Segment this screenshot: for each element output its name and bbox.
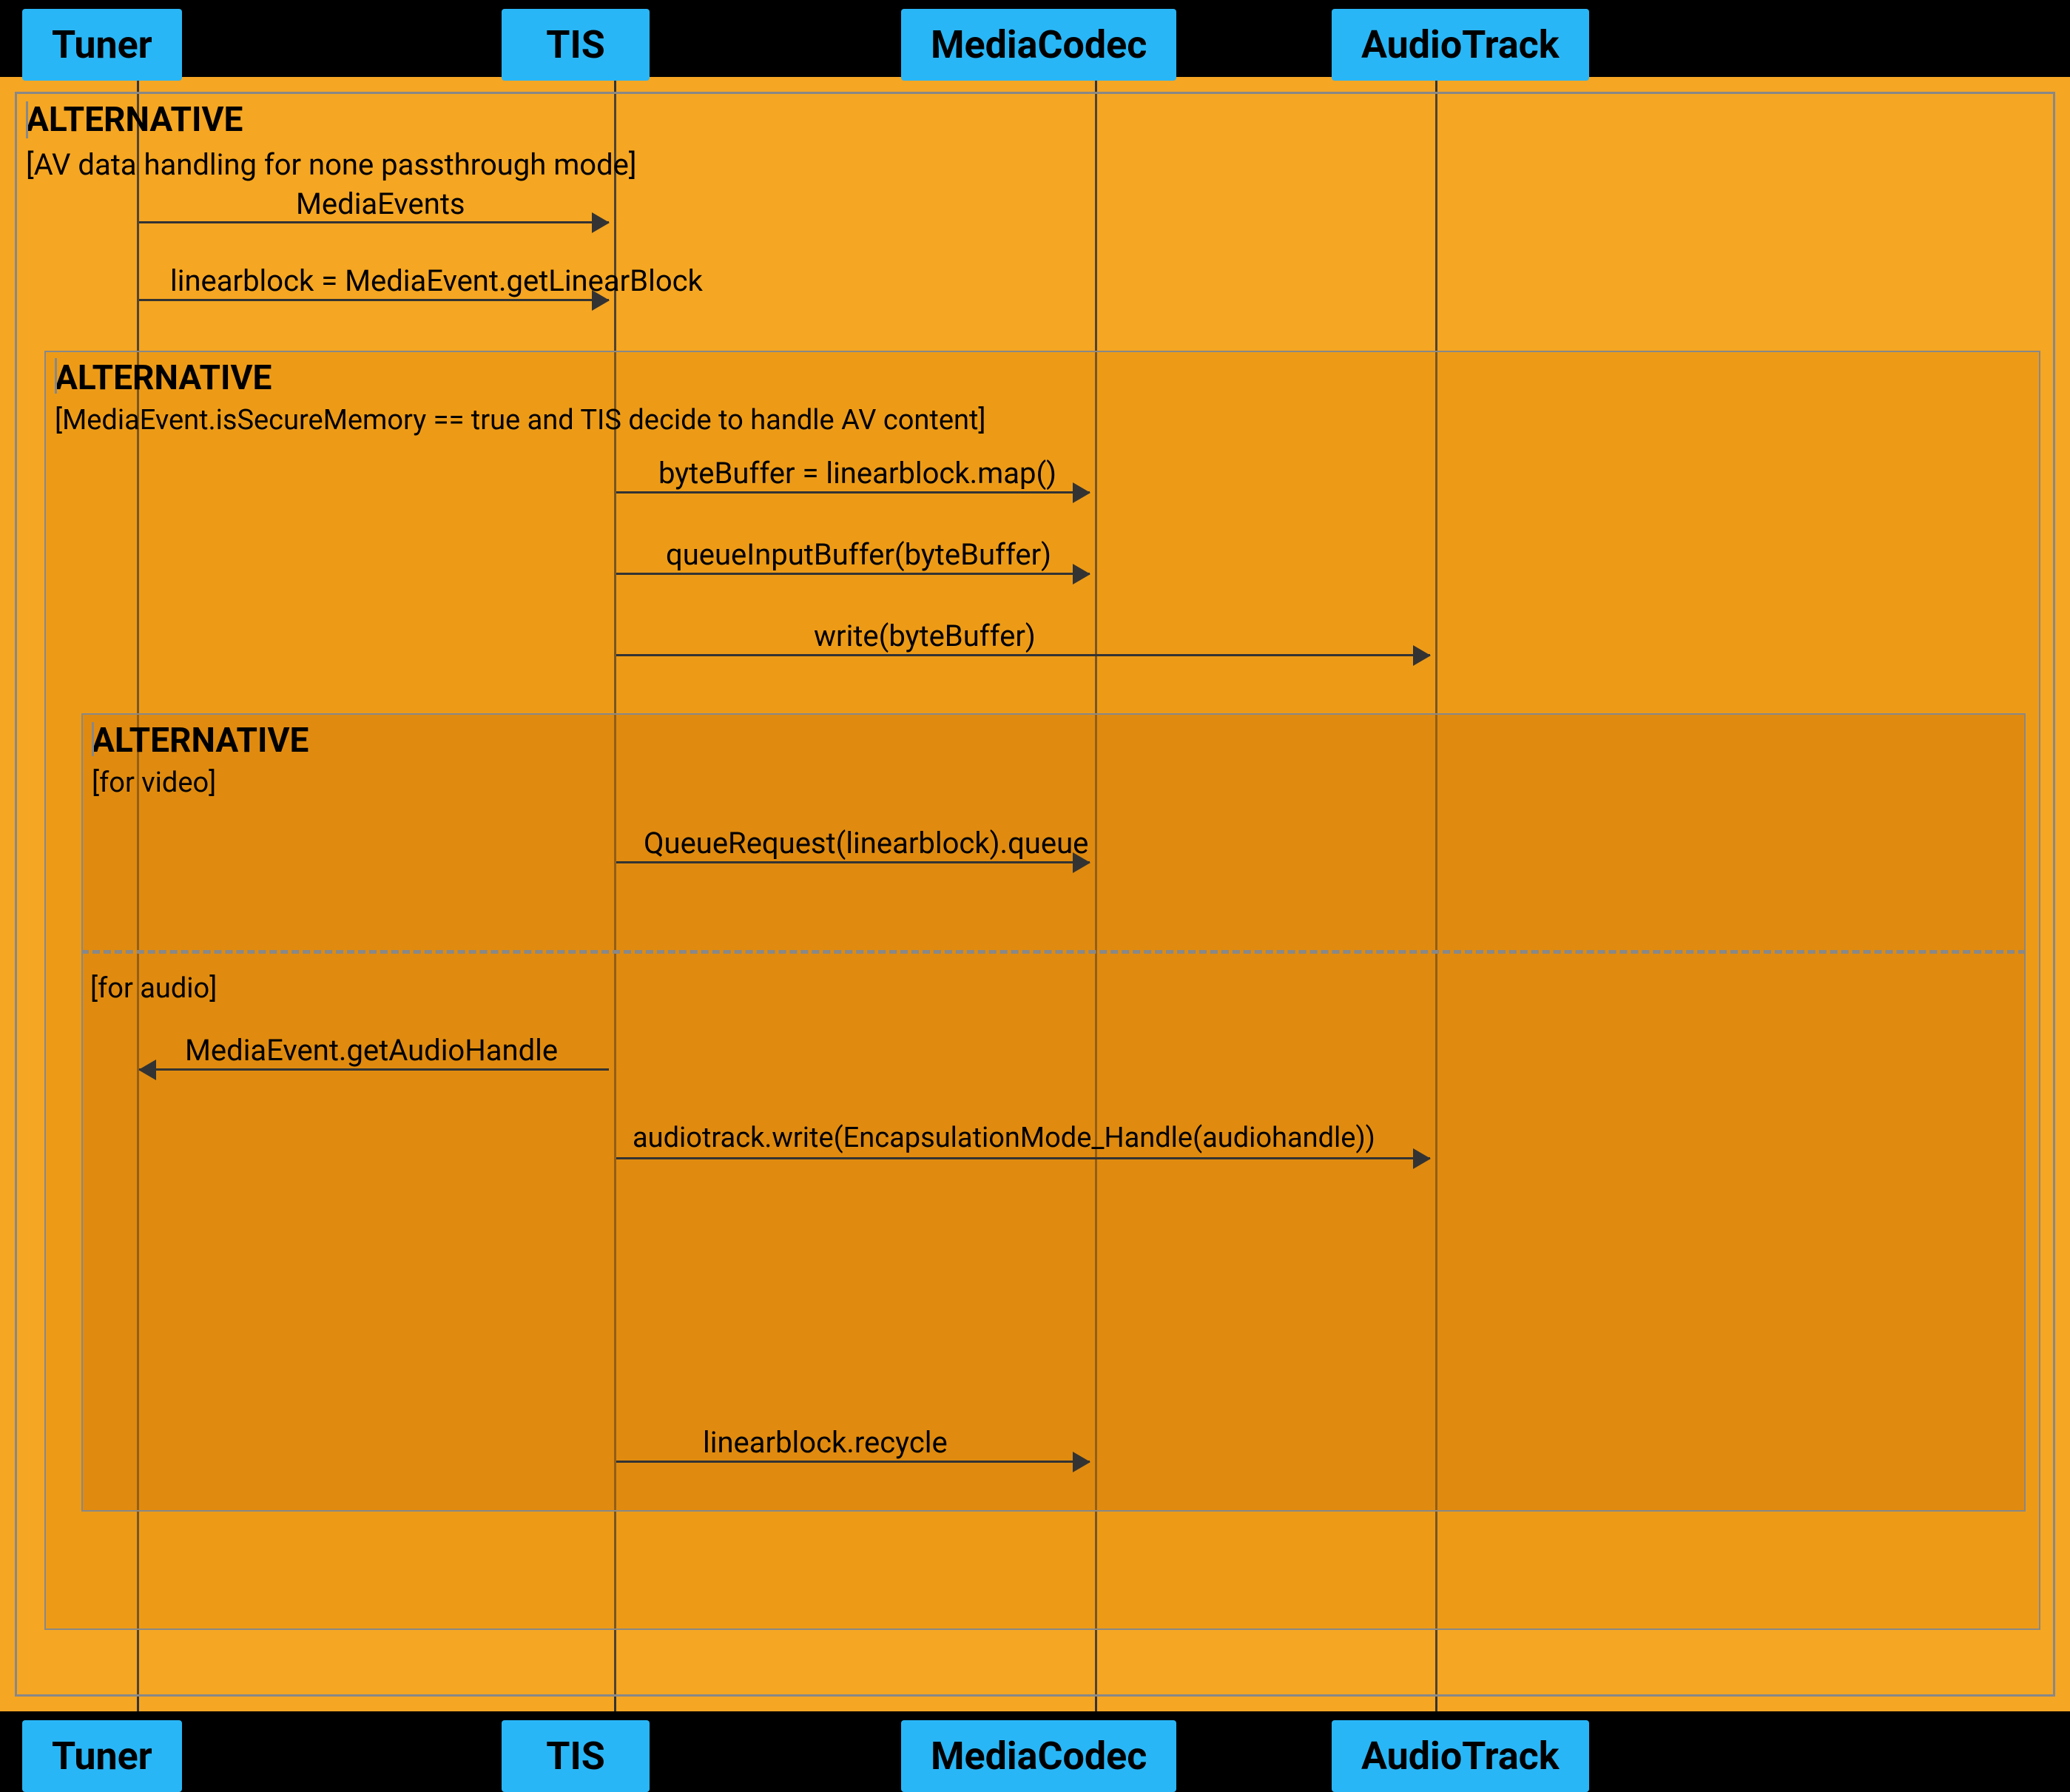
for-audio-condition: [for audio] — [90, 972, 217, 1005]
arrow-audiohandle-label: MediaEvent.getAudioHandle — [185, 1033, 558, 1068]
actors-bottom-bar: Tuner TIS MediaCodec AudioTrack — [0, 1711, 2070, 1788]
arrow-linearblock-label: linearblock = MediaEvent.getLinearBlock — [170, 263, 703, 298]
diagram-main: ALTERNATIVE [AV data handling for none p… — [0, 77, 2070, 1711]
actor-mediacodec-bottom: MediaCodec — [901, 1720, 1176, 1792]
arrow-mediaevents-line — [139, 221, 609, 223]
arrow-queue-request-line — [616, 861, 1090, 863]
actor-audiotrack-top: AudioTrack — [1332, 9, 1589, 81]
arrow-linearblock-line — [139, 299, 609, 301]
arrow-mediaevents-label: MediaEvents — [296, 186, 465, 221]
outer-alt-condition: [AV data handling for none passthrough m… — [26, 147, 637, 182]
actor-tis-top: TIS — [502, 9, 650, 81]
arrow-bytebuffer-line — [616, 491, 1090, 494]
outer-alt-line — [26, 101, 28, 138]
actors-top-bar: Tuner TIS MediaCodec AudioTrack — [0, 0, 2070, 77]
arrow-audiohandle-line — [139, 1068, 609, 1071]
arrow-bytebuffer-head — [1073, 482, 1090, 503]
dashed-divider — [81, 950, 2026, 954]
arrow-audiotrack-write-line — [616, 1157, 1430, 1159]
arrow-audiohandle-head — [138, 1060, 156, 1080]
arrow-write-head — [1413, 645, 1431, 666]
arrow-queue-input-line — [616, 573, 1090, 575]
diagram-container: Tuner TIS MediaCodec AudioTrack ALTERNAT… — [0, 0, 2070, 1788]
inner-alt2-vline — [92, 722, 94, 756]
arrow-audiotrack-write-head — [1413, 1148, 1431, 1169]
inner-alt1-label: ALTERNATIVE — [55, 358, 272, 398]
arrow-queue-input-head — [1073, 564, 1090, 585]
arrow-recycle-label: linearblock.recycle — [703, 1425, 948, 1460]
arrow-write-label: write(byteBuffer) — [814, 619, 1036, 653]
actor-tuner-top: Tuner — [22, 9, 182, 81]
actor-tuner-bottom: Tuner — [22, 1720, 182, 1792]
inner-alt1-condition: [MediaEvent.isSecureMemory == true and T… — [55, 404, 986, 437]
arrow-bytebuffer-label: byteBuffer = linearblock.map() — [658, 456, 1056, 491]
actor-tis-bottom: TIS — [502, 1720, 650, 1792]
arrow-recycle-line — [616, 1461, 1090, 1463]
inner-alt1-vline — [55, 358, 57, 394]
arrow-recycle-head — [1073, 1452, 1090, 1472]
arrow-audiotrack-write-label: audiotrack.write(EncapsulationMode_Handl… — [633, 1122, 1375, 1154]
outer-alt-label: ALTERNATIVE — [26, 100, 243, 140]
arrow-write-line — [616, 654, 1430, 656]
inner-alt2-label: ALTERNATIVE — [92, 721, 309, 761]
actor-mediacodec-top: MediaCodec — [901, 9, 1176, 81]
actor-audiotrack-bottom: AudioTrack — [1332, 1720, 1589, 1792]
inner-alt2-condition-video: [for video] — [92, 767, 216, 799]
arrow-queue-input-label: queueInputBuffer(byteBuffer) — [666, 537, 1051, 572]
arrow-mediaevents-head — [592, 212, 610, 233]
arrow-queue-request-label: QueueRequest(linearblock).queue — [644, 826, 1088, 860]
